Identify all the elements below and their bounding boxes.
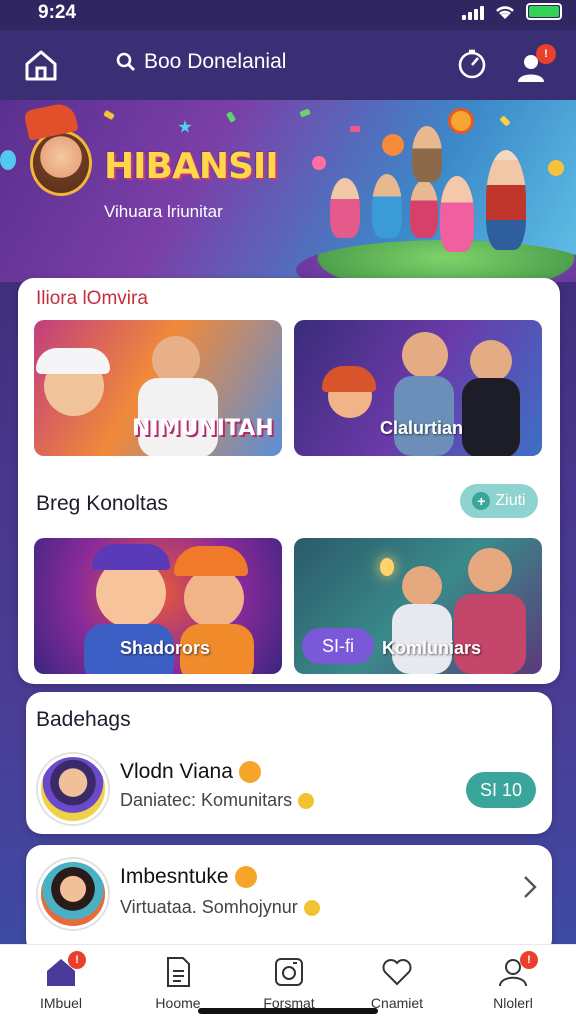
character-figure: [468, 548, 512, 592]
home-indicator: [198, 1008, 378, 1014]
search-bar[interactable]: Boo Donelanial: [116, 50, 286, 74]
community-tile[interactable]: Clalurtian: [294, 320, 542, 456]
category-pill[interactable]: SI-fi: [302, 628, 374, 664]
character-figure: [412, 126, 442, 182]
search-icon: [116, 52, 135, 71]
confetti: [350, 126, 360, 132]
signal-icon: [462, 4, 484, 20]
community-tile[interactable]: NIMUNITAH: [34, 320, 282, 456]
category-pill-label: SI-fi: [321, 635, 354, 656]
hero-stage: [296, 240, 576, 282]
group-tile[interactable]: Shadorors: [34, 538, 282, 674]
character-figure: [440, 176, 474, 252]
balloon: [448, 108, 474, 134]
character-body: [462, 378, 520, 456]
character-hat: [36, 348, 110, 374]
see-all-label: Ziuti: [495, 492, 526, 509]
mascot-avatar: [30, 130, 92, 196]
hero-subtitle: Vihuara lriunitar: [104, 202, 223, 221]
home-icon[interactable]: [22, 46, 60, 84]
nav-item-cnamiet[interactable]: Cnamiet: [352, 955, 442, 1011]
smile-emoji-icon: [298, 793, 315, 810]
featured-card: Badehags Vlodn Viana Daniatec: Komunitar…: [26, 692, 552, 834]
confetti: [548, 160, 564, 176]
smile-emoji-icon: [238, 761, 261, 784]
tile-label: Shadorors: [120, 638, 211, 658]
heart-icon: [382, 959, 412, 986]
confetti: [225, 111, 237, 123]
character-figure: [486, 150, 526, 250]
confetti: [103, 109, 115, 121]
search-text: Boo Donelanial: [144, 50, 287, 73]
join-button[interactable]: SI 10: [466, 772, 536, 808]
notification-badge: !: [68, 951, 86, 969]
character-figure: [410, 180, 438, 238]
tile-label: Clalurtian: [380, 418, 464, 438]
list-item-subtitle: Daniatec: Komunitars: [120, 790, 315, 811]
confetti: [0, 150, 16, 170]
discover-card: Iliora lOmvira NIMUNITAH Clalurtian Breg…: [18, 278, 560, 684]
camera-icon: [275, 958, 303, 986]
nav-label: Nlolerl: [493, 995, 533, 1011]
hero-banner[interactable]: HIBANSII Vihuara lriunitar: [0, 100, 576, 282]
avatar: [38, 859, 108, 929]
confetti: [299, 108, 311, 118]
nav-item-home[interactable]: ! IMbuel: [16, 951, 106, 1011]
character-body: [454, 594, 526, 674]
tile-label: Komluniars: [382, 638, 482, 658]
list-item-title: Vlodn Viana: [120, 760, 261, 784]
section-title: Badehags: [36, 708, 131, 731]
confetti: [312, 156, 326, 170]
status-icons: [462, 3, 562, 20]
plus-icon: +: [472, 492, 491, 510]
character-figure: [470, 340, 512, 382]
character-figure: [402, 566, 442, 606]
list-item-title: Imbesntuke: [120, 865, 257, 889]
notification-badge: !: [520, 951, 538, 969]
status-time: 9:24: [38, 2, 77, 23]
confetti: [178, 120, 192, 133]
top-app-bar: Boo Donelanial !: [0, 30, 576, 100]
character-hair: [322, 366, 376, 392]
character-figure: [372, 174, 402, 238]
section-title: Iliora lOmvira: [36, 288, 148, 309]
character-figure: [184, 568, 244, 628]
character-figure: [330, 178, 360, 238]
nav-item-forsmat[interactable]: Forsmat: [244, 955, 334, 1011]
profile-button[interactable]: !: [515, 44, 556, 86]
document-icon: [167, 957, 190, 987]
confetti: [499, 115, 511, 127]
smile-emoji-icon: [303, 900, 320, 917]
avatar[interactable]: [38, 754, 108, 824]
character-figure: [152, 336, 200, 384]
group-tile[interactable]: SI-fi Komluniars: [294, 538, 542, 674]
hero-title: HIBANSII: [104, 146, 279, 187]
character-body: [394, 376, 454, 456]
lantern: [380, 558, 394, 576]
character-hat: [92, 544, 170, 570]
list-item[interactable]: Imbesntuke Virtuataa. Somhojynur: [26, 845, 552, 955]
list-item-subtitle: Virtuataa. Somhojynur: [120, 897, 320, 918]
timer-icon[interactable]: [456, 48, 488, 80]
smile-emoji-icon: [234, 866, 257, 889]
notification-badge: !: [536, 44, 556, 64]
battery-icon: [526, 3, 562, 20]
see-all-button[interactable]: + Ziuti: [460, 484, 538, 518]
tile-label: NIMUNITAH: [132, 416, 274, 441]
chevron-right-icon[interactable]: [520, 873, 540, 901]
status-bar: 9:24: [0, 0, 576, 28]
nav-item-hoome[interactable]: Hoome: [133, 955, 223, 1011]
character-hat: [174, 546, 248, 576]
wifi-icon: [496, 5, 514, 19]
nav-label: IMbuel: [39, 995, 83, 1011]
section-title: Breg Konoltas: [36, 492, 168, 515]
nav-item-profile[interactable]: ! Nlolerl: [468, 951, 558, 1011]
join-button-label: SI 10: [479, 779, 523, 800]
balloon: [382, 134, 404, 156]
character-figure: [402, 332, 448, 378]
